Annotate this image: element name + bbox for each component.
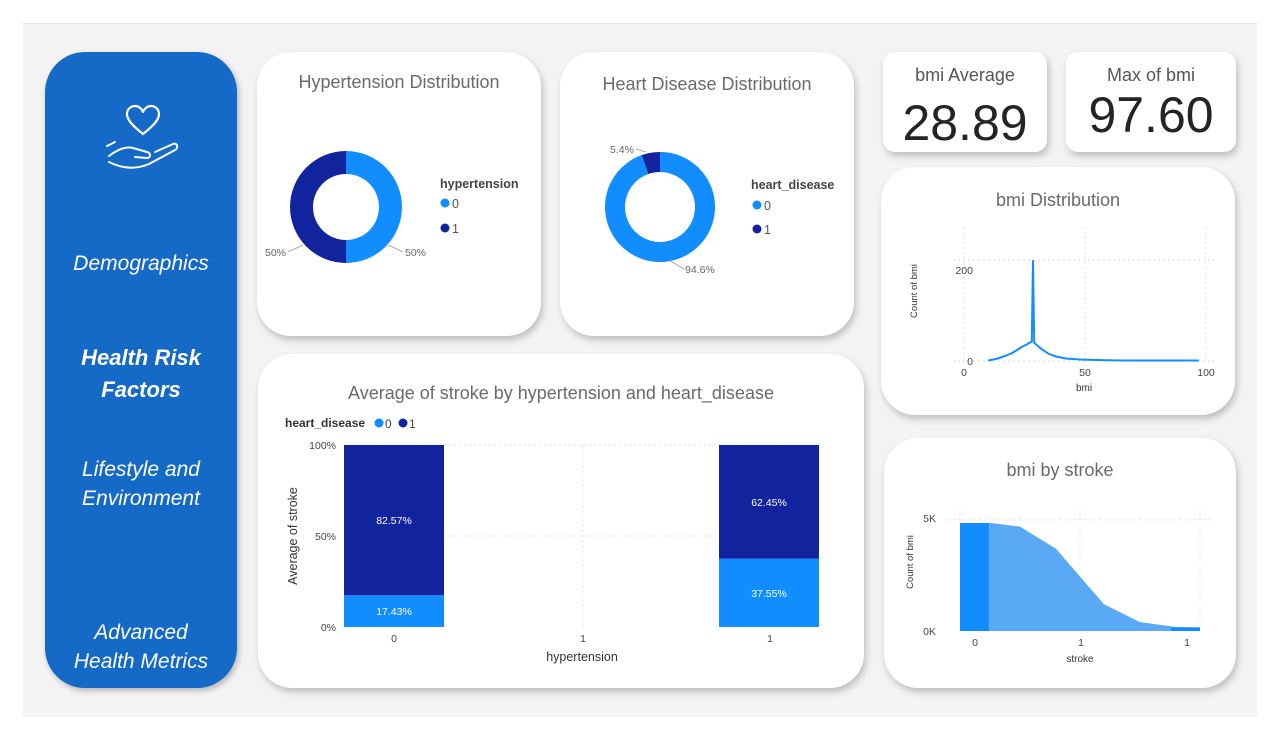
- leader-line: [287, 244, 304, 253]
- bar-data-label: 17.43%: [376, 606, 412, 618]
- bmi-average-label: bmi Average: [915, 65, 1015, 85]
- bar-data-label: 82.57%: [376, 515, 412, 527]
- bmi-average-card[interactable]: bmi Average 28.89: [883, 52, 1047, 152]
- max-bmi-card[interactable]: Max of bmi 97.60: [1066, 52, 1236, 152]
- x-tick-0: 0: [391, 633, 397, 645]
- x-tick-1-empty: 1: [580, 633, 586, 645]
- y-tick-50: 50%: [315, 531, 336, 543]
- legend-label-0: 0: [452, 197, 459, 211]
- hypertension-label-right: 50%: [405, 247, 426, 259]
- legend-swatch-0: [374, 418, 384, 428]
- x-tick-100: 100: [1197, 367, 1215, 379]
- y-tick-0k: 0K: [923, 626, 936, 638]
- x-tick-1: 1: [767, 633, 773, 645]
- stroke-0-band: [960, 523, 989, 631]
- bmi-by-stroke-chart: 5K 0K 0 1 1 stroke Count of bmi: [905, 508, 1212, 665]
- x-tick-0: 0: [972, 637, 978, 649]
- legend-swatch-0: [752, 200, 762, 210]
- hypertension-legend-title: hypertension: [440, 177, 519, 191]
- hypertension-label-left: 50%: [265, 247, 286, 259]
- bmi-average-value: 28.89: [902, 95, 1028, 151]
- y-axis-label: Average of stroke: [286, 487, 300, 585]
- max-bmi-label: Max of bmi: [1106, 65, 1196, 85]
- max-bmi-value: 97.60: [1088, 87, 1214, 143]
- nav-advanced-label: Advanced Health Metrics: [73, 621, 209, 673]
- legend-label-0: 0: [764, 199, 771, 213]
- bmi-distribution-card[interactable]: bmi Distribution 200 0 0 50 100 bmi Coun…: [881, 167, 1235, 415]
- bar-data-label: 37.55%: [751, 588, 787, 600]
- donut-slice-1: [290, 151, 346, 263]
- heart-disease-donut-chart: 5.4% 94.6% heart_disease 0 1: [605, 144, 834, 276]
- nav-demographics[interactable]: Demographics: [45, 249, 237, 279]
- leader-line: [668, 259, 685, 270]
- stroke-by-hypertension-card[interactable]: Average of stroke by hypertension and he…: [258, 354, 864, 688]
- sidebar: Demographics Health Risk Factors Lifesty…: [45, 52, 237, 688]
- donut-slice-0: [346, 151, 402, 263]
- y-tick-100: 100%: [309, 440, 336, 452]
- leader-line: [387, 244, 404, 253]
- stroke-stacked-bar-chart: heart_disease 0 1 17.43% 82.57% 37.55% 62.4…: [285, 416, 820, 664]
- bmi-distribution-line: [987, 260, 1199, 362]
- y-tick-0: 0%: [321, 622, 336, 634]
- x-tick-0: 0: [961, 367, 967, 379]
- leader-line: [635, 148, 647, 153]
- y-tick-5k: 5K: [923, 513, 936, 525]
- x-axis-label: bmi: [1076, 383, 1092, 394]
- stroke-1-band: [1171, 627, 1200, 631]
- y-tick-200: 200: [955, 265, 973, 277]
- nav-advanced-health-metrics[interactable]: Advanced Health Metrics: [45, 618, 237, 676]
- bmi-by-stroke-card[interactable]: bmi by stroke 5K 0K 0 1 1 stroke Count o…: [884, 438, 1236, 688]
- hypertension-donut-chart: 50% 50% hypertension 0 1: [265, 151, 519, 263]
- nav-lifestyle-label: Lifestyle and Environment: [82, 458, 200, 510]
- heart-label-small: 5.4%: [610, 144, 634, 156]
- legend-label-0: 0: [385, 417, 392, 431]
- x-tick-1: 1: [1184, 637, 1190, 649]
- legend-swatch-1: [398, 418, 408, 428]
- nav-lifestyle-and-environment[interactable]: Lifestyle and Environment: [45, 455, 237, 513]
- stroke-legend-title: heart_disease: [285, 416, 365, 430]
- legend-label-1: 1: [452, 222, 459, 236]
- legend-label-1: 1: [409, 417, 416, 431]
- bar-data-label: 62.45%: [751, 497, 787, 509]
- heart-disease-distribution-card[interactable]: Heart Disease Distribution 5.4% 94.6% he…: [560, 52, 854, 336]
- bmi-distribution-chart: 200 0 0 50 100 bmi Count of bmi: [909, 227, 1216, 394]
- y-tick-0: 0: [967, 356, 973, 368]
- legend-swatch-1: [440, 223, 450, 233]
- x-tick-1-mid: 1: [1078, 637, 1084, 649]
- legend-label-1: 1: [764, 223, 771, 237]
- legend-swatch-0: [440, 198, 450, 208]
- x-tick-50: 50: [1079, 367, 1091, 379]
- hypertension-distribution-card[interactable]: Hypertension Distribution 50% 50% hypert…: [257, 52, 541, 336]
- legend-swatch-1: [752, 224, 762, 234]
- y-axis-label: Count of bmi: [909, 264, 920, 318]
- nav-health-risk-factors[interactable]: Health Risk Factors: [45, 342, 237, 406]
- y-axis-label: Count of bmi: [905, 535, 916, 589]
- x-axis-label: stroke: [1066, 654, 1094, 665]
- heart-label-large: 94.6%: [685, 264, 715, 276]
- nav-health-risk-factors-label: Health Risk Factors: [81, 345, 201, 402]
- heart-in-hand-icon: [103, 102, 183, 172]
- x-axis-label: hypertension: [546, 650, 618, 664]
- heart-legend-title: heart_disease: [751, 178, 834, 192]
